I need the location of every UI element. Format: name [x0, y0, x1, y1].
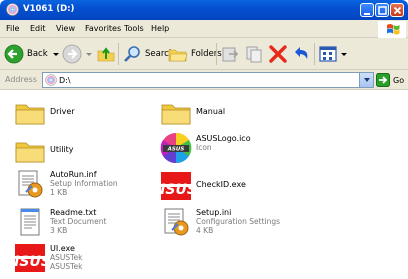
file-item-checkid[interactable]: /ISUS CheckID.exe — [160, 170, 340, 204]
file-name: Setup.ini — [196, 208, 232, 217]
address-dropdown-button[interactable] — [359, 73, 373, 87]
views-icon — [319, 46, 337, 62]
toolbar-separator — [216, 43, 217, 65]
undo-icon — [295, 47, 308, 59]
back-arrow-icon — [4, 44, 24, 64]
folder-icon — [15, 142, 45, 163]
file-size: 4 KB — [196, 226, 214, 235]
undo-button[interactable] — [292, 43, 312, 65]
file-size: 3 KB — [50, 226, 68, 235]
asus-logo-icon: ASUS — [160, 132, 192, 164]
folder-icon — [15, 104, 45, 125]
delete-button[interactable] — [268, 43, 288, 65]
file-size: 1 KB — [50, 188, 68, 197]
maximize-button[interactable] — [375, 3, 389, 17]
close-button[interactable] — [390, 3, 404, 17]
address-value: D:\ — [59, 76, 71, 85]
maximize-icon — [378, 6, 387, 15]
menu-view[interactable]: View — [56, 24, 75, 33]
menu-bar: File Edit View Favorites Tools Help — [0, 20, 408, 38]
close-icon — [393, 6, 402, 15]
chevron-down-icon — [364, 78, 370, 82]
file-type: Configuration Settings — [196, 217, 281, 226]
file-name: Driver — [50, 107, 75, 116]
svg-text:/ISUS: /ISUS — [14, 254, 46, 270]
up-folder-icon — [97, 47, 115, 62]
back-button[interactable]: Back — [4, 43, 60, 65]
back-label: Back — [27, 49, 48, 59]
copy-to-icon — [246, 46, 262, 63]
chevron-down-icon — [86, 53, 92, 56]
go-button[interactable]: Go — [376, 72, 406, 88]
file-list: Driver Manual Utility ASUS ASUSLogo.ico … — [0, 90, 408, 279]
forward-arrow-icon — [62, 44, 82, 64]
toolbar-separator — [118, 43, 119, 65]
file-description: ASUSTek — [50, 262, 83, 271]
chevron-down-icon — [52, 53, 59, 56]
file-type: Icon — [196, 143, 212, 152]
toolbar-separator — [314, 43, 315, 65]
folder-icon — [161, 104, 191, 125]
title-bar[interactable]: V1061 (D:) — [0, 0, 408, 20]
file-item-setup-ini[interactable]: Setup.ini Configuration Settings 4 KB — [160, 206, 340, 240]
setup-info-icon — [18, 170, 43, 198]
folders-label: Folders — [191, 49, 222, 59]
asus-exe-icon: /ISUS — [160, 172, 192, 200]
file-name: UI.exe — [50, 244, 75, 253]
minimize-icon — [364, 13, 370, 15]
up-folder-button[interactable] — [96, 43, 116, 65]
file-item-manual[interactable]: Manual — [160, 97, 340, 131]
drive-icon — [6, 3, 19, 16]
drive-icon — [45, 74, 57, 86]
file-name: Manual — [196, 107, 226, 116]
file-type: Text Document — [50, 217, 107, 226]
svg-text:/ISUS: /ISUS — [160, 182, 192, 198]
address-bar: Address D:\ Go — [0, 70, 408, 90]
folders-button[interactable]: Folders — [168, 43, 222, 65]
views-button[interactable] — [318, 43, 348, 65]
asus-exe-icon: /ISUS — [14, 244, 46, 272]
menu-favorites[interactable]: Favorites — [85, 24, 121, 33]
config-settings-icon — [164, 208, 189, 236]
folders-icon — [168, 49, 188, 62]
copy-to-button[interactable] — [244, 43, 264, 65]
chevron-down-icon — [341, 53, 347, 56]
toolbar: Back Search Folders — [0, 38, 408, 70]
file-type: Setup Information — [50, 179, 118, 188]
file-name: Readme.txt — [50, 208, 97, 217]
menu-help[interactable]: Help — [151, 24, 169, 33]
file-name: ASUSLogo.ico — [196, 134, 251, 143]
search-button[interactable]: Search — [122, 43, 174, 65]
text-document-icon — [20, 208, 40, 236]
menu-edit[interactable]: Edit — [30, 24, 46, 33]
file-name: CheckID.exe — [196, 180, 246, 189]
minimize-button[interactable] — [360, 3, 374, 17]
go-label: Go — [393, 75, 405, 85]
address-label: Address — [5, 75, 37, 84]
move-to-button[interactable] — [220, 43, 240, 65]
search-icon — [124, 46, 140, 62]
menu-file[interactable]: File — [6, 24, 19, 33]
file-item-asuslogo[interactable]: ASUS ASUSLogo.ico Icon — [160, 132, 340, 166]
file-name: Utility — [50, 145, 74, 154]
windows-logo-icon — [378, 21, 406, 38]
go-arrow-icon — [376, 73, 390, 87]
delete-x-icon — [269, 45, 287, 63]
address-input[interactable]: D:\ — [42, 72, 374, 88]
file-company: ASUSTek — [50, 253, 83, 262]
forward-button[interactable] — [62, 43, 93, 65]
menu-tools[interactable]: Tools — [124, 24, 144, 33]
file-item-ui-exe[interactable]: /ISUS UI.exe ASUSTek ASUSTek — [14, 242, 194, 276]
file-name: AutoRun.inf — [50, 170, 97, 179]
window-title: V1061 (D:) — [23, 4, 75, 14]
move-to-icon — [222, 47, 239, 62]
svg-text:ASUS: ASUS — [167, 147, 185, 153]
